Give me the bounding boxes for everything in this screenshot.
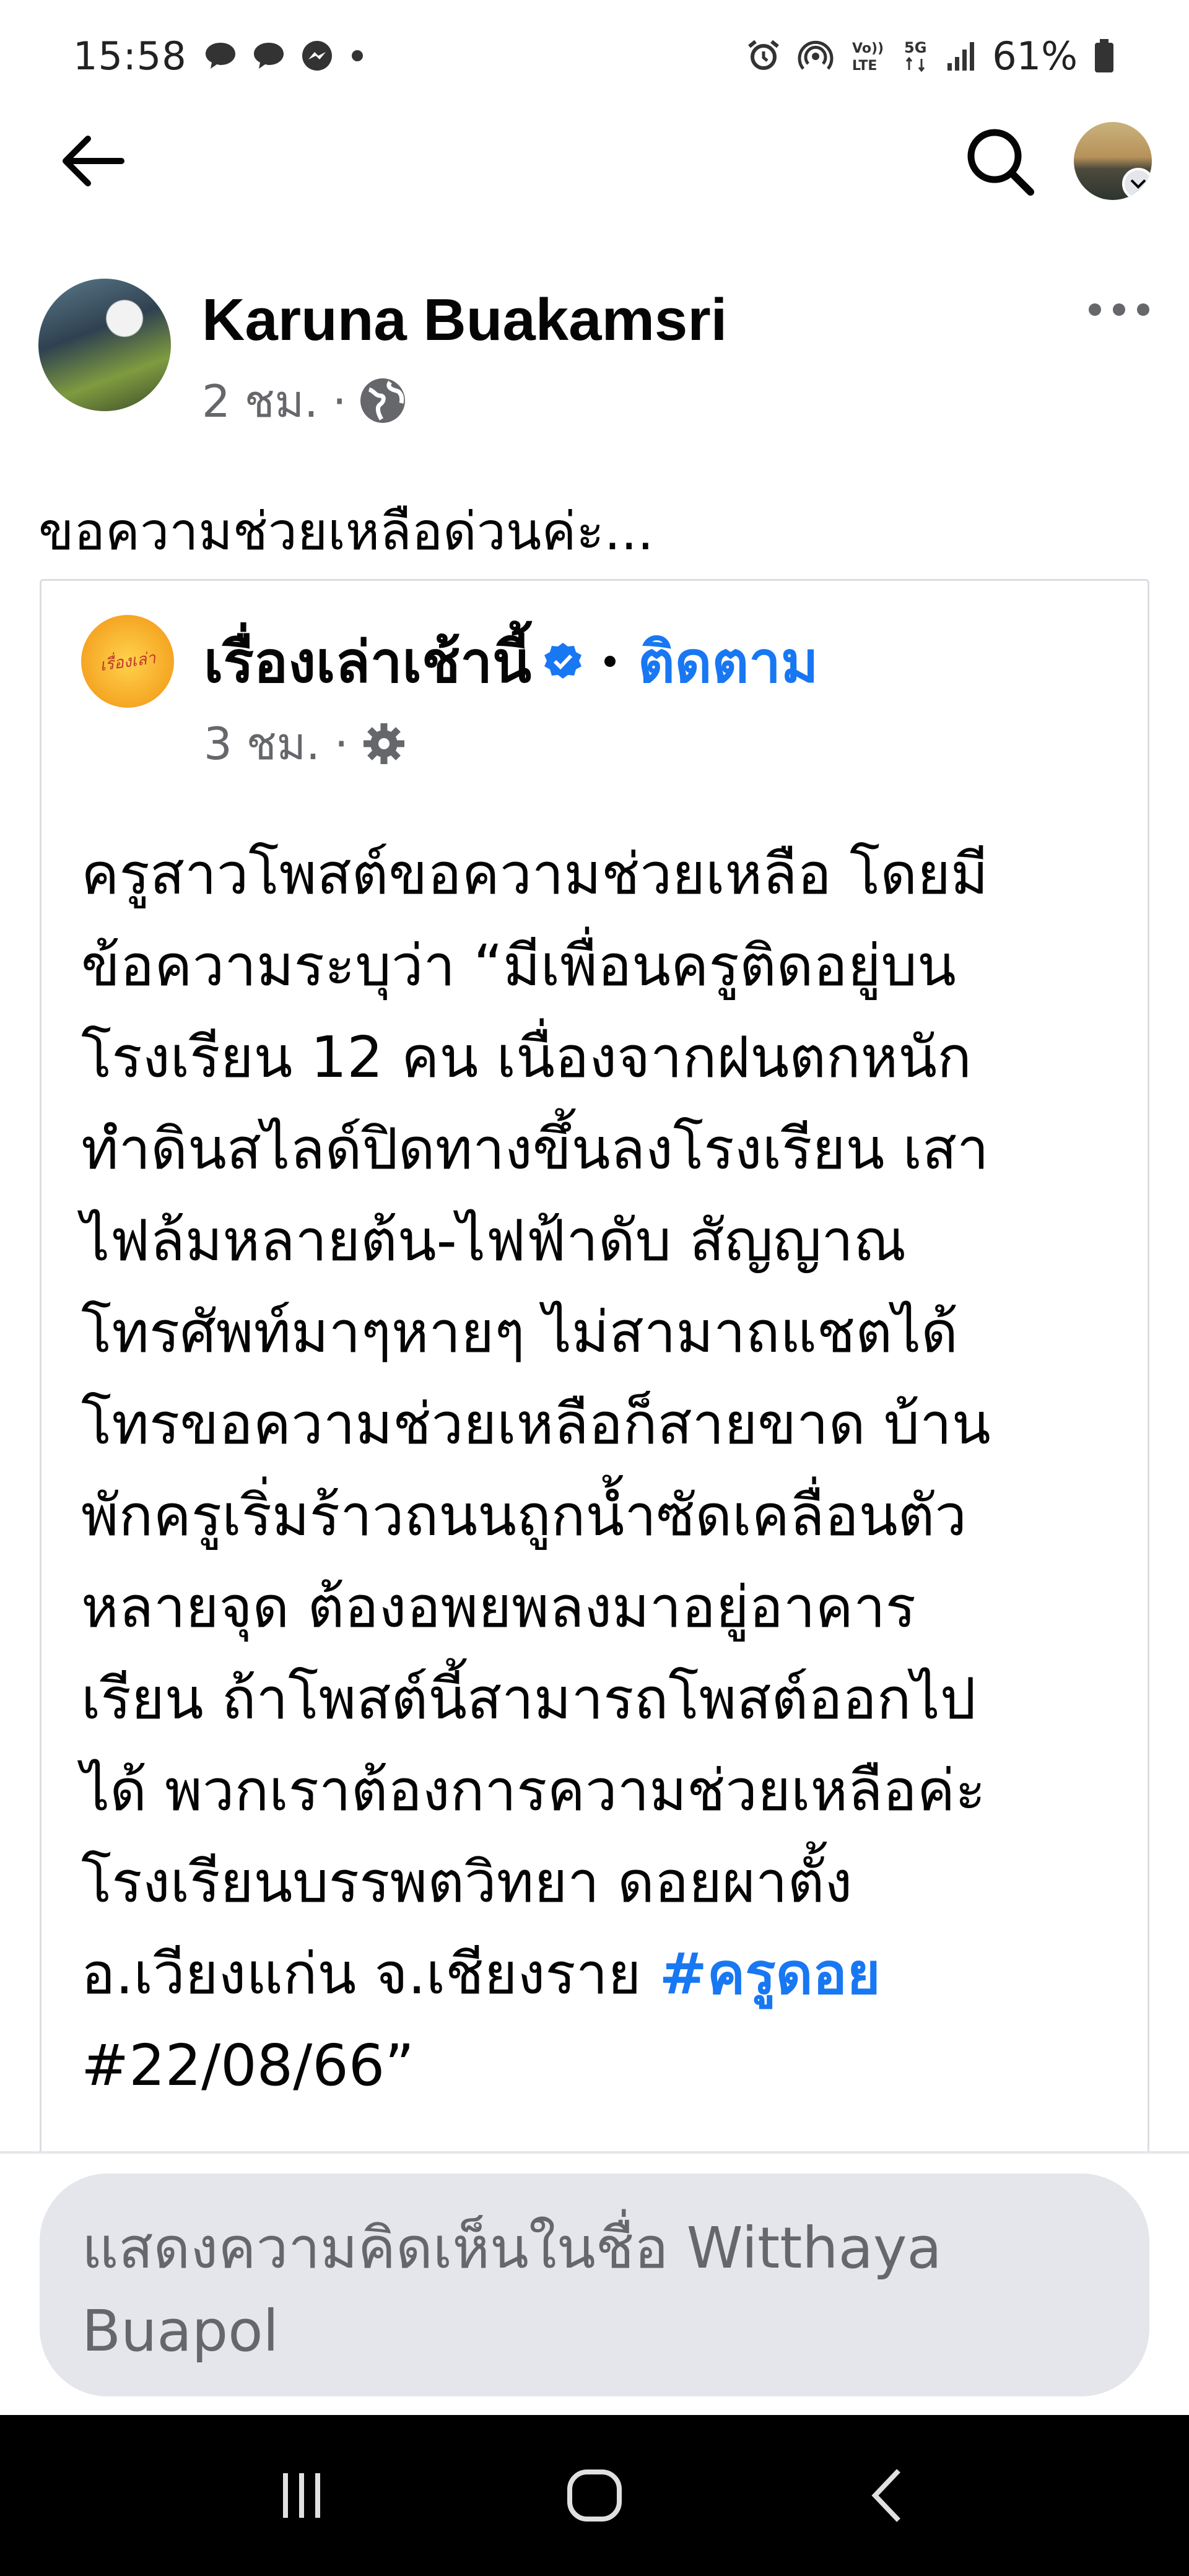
separator-dot <box>604 656 616 667</box>
recent-apps-button[interactable] <box>252 2446 351 2545</box>
shared-post-body: ครูสาวโพสต์ขอความช่วยเหลือ โดยมี ข้อความ… <box>81 841 991 2007</box>
page-name-row: เรื่องเล่าเช้านี้ ติดตาม <box>204 615 819 708</box>
app-header <box>0 111 1189 211</box>
volte-icon: Vo)) LTE <box>852 41 884 74</box>
post-header: Karuna Buakamsri 2 ชม. · <box>38 279 1153 427</box>
author-info: Karuna Buakamsri 2 ชม. · <box>202 279 727 427</box>
shared-post-card[interactable]: เรื่องเล่า เรื่องเล่าเช้านี้ ติดตาม 3 ชม… <box>40 579 1149 2152</box>
gear-icon <box>363 723 404 764</box>
more-options-button[interactable] <box>1085 297 1153 322</box>
shared-post-header: เรื่องเล่า เรื่องเล่าเช้านี้ ติดตาม 3 ชม… <box>81 615 1134 779</box>
5g-icon: 5G <box>904 39 927 72</box>
chevron-down-icon <box>1122 168 1152 200</box>
verified-badge-icon <box>544 643 581 679</box>
comment-input[interactable]: แสดงความคิดเห็นในชื่อ Witthaya Buapol <box>40 2174 1149 2396</box>
post-caption: ขอความช่วยเหลือด่วนค่ะ... <box>38 501 654 562</box>
search-icon[interactable] <box>961 123 1038 199</box>
shared-post-time[interactable]: 3 ชม. · <box>204 708 349 779</box>
profile-avatar[interactable] <box>1074 122 1152 200</box>
shared-post-body-end: #22/08/66” <box>81 2032 414 2099</box>
post-time[interactable]: 2 ชม. · <box>202 365 347 437</box>
svg-text:Vo)): Vo)) <box>852 41 884 56</box>
alarm-icon <box>748 40 780 70</box>
home-button[interactable] <box>545 2446 644 2545</box>
dot-icon <box>351 50 363 61</box>
messenger-icon <box>302 41 332 71</box>
page-info: เรื่องเล่าเช้านี้ ติดตาม 3 ชม. · <box>204 615 819 779</box>
system-navigation-bar <box>0 2415 1189 2576</box>
status-time: 15:58 <box>73 33 187 79</box>
status-notification-icons <box>203 38 367 73</box>
page-name[interactable]: เรื่องเล่าเช้านี้ <box>204 616 531 707</box>
svg-text:5G: 5G <box>904 39 926 56</box>
divider <box>0 2151 1189 2154</box>
arrow-left-icon[interactable] <box>54 130 129 192</box>
shared-post-text: ครูสาวโพสต์ขอความช่วยเหลือ โดยมี ข้อความ… <box>81 829 1146 2112</box>
home-icon <box>567 2469 622 2522</box>
post-meta: 2 ชม. · <box>202 365 727 437</box>
chat-bubble-icon <box>253 43 284 69</box>
chat-bubble-icon <box>205 43 235 69</box>
shared-post-meta: 3 ชม. · <box>204 708 819 779</box>
hashtag-link[interactable]: #ครูดอย <box>660 1941 881 2007</box>
globe-icon <box>360 378 405 424</box>
page-logo: เรื่องเล่า <box>98 648 157 675</box>
signal-icon <box>947 42 975 71</box>
status-system-icons: Vo)) LTE 5G 61% <box>746 33 1115 79</box>
battery-percent: 61% <box>992 33 1078 79</box>
author-avatar[interactable] <box>38 279 171 411</box>
status-bar: 15:58 Vo)) LTE 5G 61% <box>0 0 1189 111</box>
battery-icon <box>1095 39 1113 72</box>
follow-button[interactable]: ติดตาม <box>638 616 819 707</box>
chevron-left-icon <box>871 2469 901 2522</box>
svg-text:LTE: LTE <box>852 58 877 74</box>
back-button[interactable] <box>838 2446 937 2545</box>
author-name[interactable]: Karuna Buakamsri <box>202 287 727 353</box>
hotspot-icon <box>798 40 834 70</box>
page-avatar[interactable]: เรื่องเล่า <box>81 615 174 708</box>
header-actions <box>961 122 1152 200</box>
recent-apps-icon <box>282 2473 320 2518</box>
